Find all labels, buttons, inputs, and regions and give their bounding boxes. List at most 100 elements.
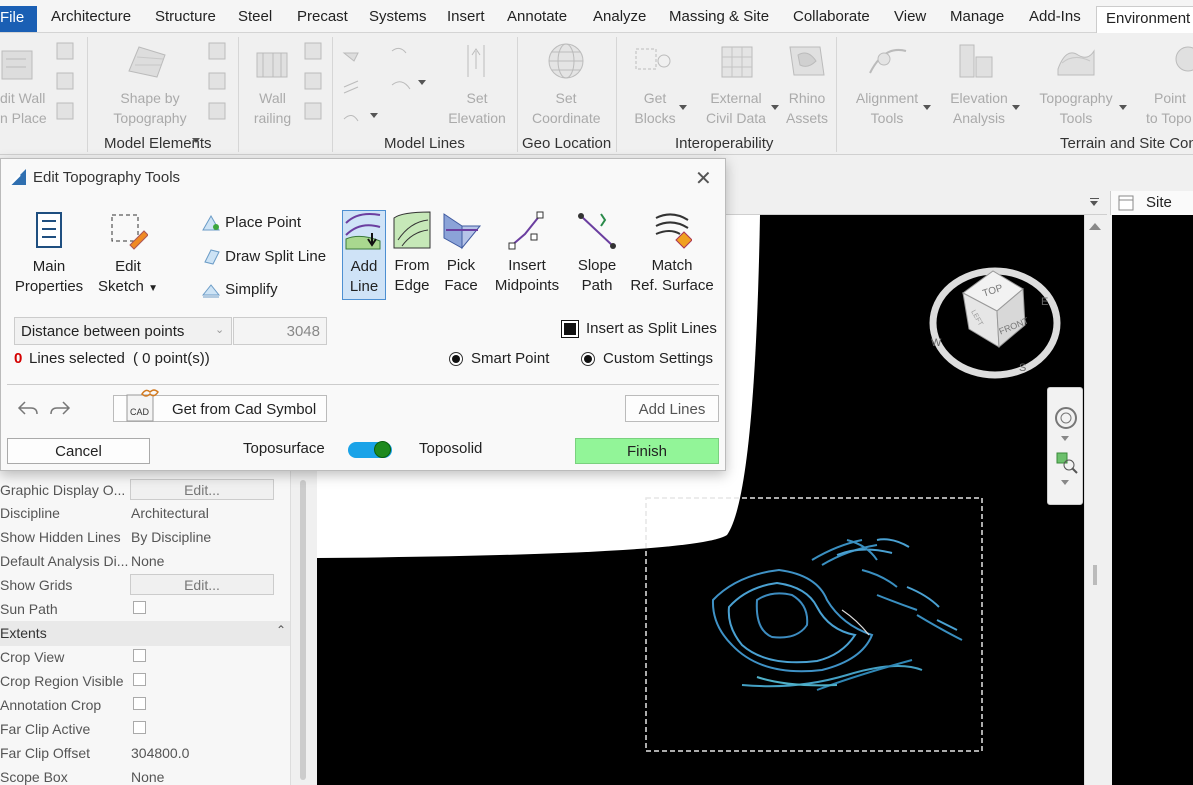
zoom-region-icon[interactable] [1056, 452, 1078, 474]
app-logo-icon [9, 169, 26, 186]
section-title: Extents [0, 625, 47, 641]
tab-add-ins[interactable]: Add-Ins [1029, 8, 1081, 25]
view-cube[interactable]: TOP FRONT LEFT W E S [927, 263, 1062, 383]
insert-split-label: Insert as Split Lines [586, 320, 717, 337]
insert-midpoints-button[interactable]: Insert Midpoints [491, 210, 563, 300]
slope-path-button[interactable]: Slope Path [571, 210, 623, 300]
list-icon [1090, 198, 1099, 199]
point-to-topo-button[interactable]: Point to Topo [1146, 88, 1193, 128]
main-properties-label-2: Properties [14, 278, 84, 295]
tab-insert[interactable]: Insert [447, 8, 485, 25]
compass-e-label: E [1041, 296, 1048, 308]
chevron-down-icon[interactable] [1061, 480, 1069, 485]
scroll-thumb[interactable] [300, 480, 306, 780]
property-value[interactable]: 304800.0 [131, 745, 189, 761]
pick-face-button[interactable]: Pick Face [439, 210, 483, 300]
canvas-scrollbar[interactable] [1084, 215, 1106, 785]
section-header[interactable]: Extents ⌃ [0, 621, 290, 646]
tab-precast[interactable]: Precast [297, 8, 348, 25]
tab-systems[interactable]: Systems [369, 8, 427, 25]
external-civil-data-button[interactable]: External Civil Data [702, 88, 770, 128]
close-icon[interactable]: ✕ [695, 166, 712, 191]
get-blocks-button[interactable]: Get Blocks [630, 88, 680, 128]
elevation-analysis-icon [959, 44, 993, 78]
model-lines-icon [342, 47, 411, 122]
ribbon-separator [616, 37, 617, 152]
external-civil-label-1: External [710, 90, 762, 106]
get-from-cad-button[interactable]: CAD Get from Cad Symbol [113, 389, 327, 422]
match-ref-surface-button[interactable]: Match Ref. Surface [629, 210, 715, 300]
alignment-label-2: Tools [870, 110, 904, 126]
tab-manage[interactable]: Manage [950, 8, 1004, 25]
finish-button[interactable]: Finish [575, 438, 719, 464]
property-value[interactable]: None [131, 553, 164, 569]
edit-button[interactable]: Edit... [130, 479, 274, 500]
checkbox[interactable] [133, 673, 146, 686]
tab-analyze[interactable]: Analyze [593, 8, 646, 25]
tab-structure[interactable]: Structure [155, 8, 216, 25]
elevation-analysis-button[interactable]: Elevation Analysis [944, 88, 1014, 128]
rhino-assets-button[interactable]: Rhino Assets [783, 88, 831, 128]
scroll-up-icon[interactable] [1089, 223, 1101, 230]
property-value[interactable]: None [131, 769, 164, 785]
shape-by-topography-button[interactable]: Shape by Topography [104, 88, 196, 128]
from-edge-button[interactable]: From Edge [391, 210, 433, 300]
custom-settings-radio[interactable] [581, 352, 595, 366]
undo-icon[interactable] [17, 399, 39, 417]
tab-massing-site[interactable]: Massing & Site [669, 8, 769, 25]
main-properties-label-1: Main [32, 258, 66, 275]
checkbox[interactable] [133, 601, 146, 614]
redo-icon[interactable] [49, 399, 71, 417]
add-lines-button[interactable]: Add Lines [625, 395, 719, 422]
edit-sketch-label-text: Sketch [98, 278, 144, 295]
smart-point-radio[interactable] [449, 352, 463, 366]
insert-midpoints-icon [508, 211, 544, 250]
tab-annotate[interactable]: Annotate [507, 8, 567, 25]
properties-panel: Graphic Display O... Edit... Discipline … [0, 470, 317, 785]
edit-wall-in-place-button[interactable]: dit Wall n Place [0, 88, 47, 128]
insert-midpoints-label-2: Midpoints [494, 277, 560, 294]
set-elevation-icon [467, 45, 485, 77]
add-line-icon [345, 213, 381, 250]
tab-steel[interactable]: Steel [238, 8, 272, 25]
simplify-button[interactable]: Simplify [201, 281, 278, 299]
property-value[interactable]: By Discipline [131, 529, 211, 545]
draw-split-line-button[interactable]: Draw Split Line [201, 248, 326, 266]
insert-split-checkbox[interactable] [561, 320, 579, 338]
external-civil-data-icon [721, 46, 753, 78]
properties-scrollbar[interactable] [290, 470, 317, 785]
tab-view[interactable]: View [894, 8, 926, 25]
property-value[interactable]: Architectural [131, 505, 209, 521]
checkbox[interactable] [133, 649, 146, 662]
pick-face-icon [443, 213, 482, 250]
checkbox[interactable] [133, 721, 146, 734]
alignment-tools-button[interactable]: Alignment Tools [848, 88, 926, 128]
wall-railing-button[interactable]: Wall railing [250, 88, 295, 128]
set-coordinate-button[interactable]: Set Coordinate [532, 88, 601, 128]
distance-mode-select[interactable]: Distance between points ⌄ [14, 317, 232, 345]
view-tab-site[interactable]: Site [1110, 191, 1193, 215]
chevron-down-icon[interactable] [1061, 436, 1069, 441]
checkbox[interactable] [133, 697, 146, 710]
main-properties-button[interactable]: Main Properties [11, 211, 87, 301]
property-row: Default Analysis Di... None [0, 549, 290, 573]
cancel-button[interactable]: Cancel [7, 438, 150, 464]
add-line-button[interactable]: Add Line [342, 210, 386, 300]
collapse-icon[interactable]: ⌃ [276, 623, 286, 637]
tab-architecture[interactable]: Architecture [51, 8, 131, 25]
topo-mode-toggle[interactable] [348, 441, 392, 458]
scroll-thumb[interactable] [1093, 565, 1097, 585]
set-elevation-button[interactable]: Set Elevation [446, 88, 508, 128]
edit-sketch-button[interactable]: Edit Sketch ▼ [97, 211, 159, 301]
distance-input[interactable]: 3048 [233, 317, 327, 345]
edit-button[interactable]: Edit... [130, 574, 274, 595]
tab-environment[interactable]: Environment [1096, 6, 1193, 34]
steering-wheel-icon[interactable] [1054, 406, 1078, 430]
place-point-button[interactable]: Place Point [201, 214, 301, 232]
slope-path-icon [578, 213, 616, 249]
tab-collaborate[interactable]: Collaborate [793, 8, 870, 25]
chevron-down-icon[interactable] [1090, 201, 1098, 206]
topography-tools-button[interactable]: Topography Tools [1036, 88, 1116, 128]
secondary-canvas[interactable] [1112, 215, 1193, 785]
menu-file[interactable]: File [0, 6, 37, 32]
